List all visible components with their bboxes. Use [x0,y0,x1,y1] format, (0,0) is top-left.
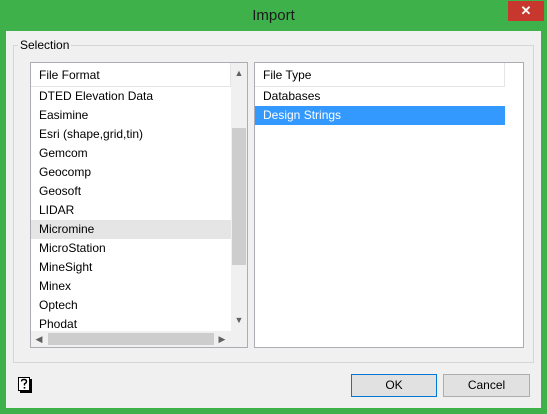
file-format-item[interactable]: Micromine [31,220,231,239]
vertical-scroll-thumb[interactable] [232,128,246,265]
window-title: Import [252,7,295,24]
scroll-right-icon[interactable]: ▶ [214,331,230,347]
help-icon[interactable] [18,377,32,393]
scroll-up-icon[interactable]: ▲ [231,65,247,82]
title-bar[interactable]: Import ✕ [0,0,547,31]
cancel-button[interactable]: Cancel [443,374,530,397]
file-type-item[interactable]: Design Strings [255,106,505,125]
scroll-down-icon[interactable]: ▼ [231,312,247,329]
dialog-body: Selection File Format DTED Elevation Dat… [6,31,541,408]
file-format-vscrollbar[interactable]: ▲ ▼ [231,63,247,331]
file-format-item[interactable]: Esri (shape,grid,tin) [31,125,231,144]
file-format-item[interactable]: DTED Elevation Data [31,87,231,106]
ok-button[interactable]: OK [351,374,437,397]
file-format-item[interactable]: Geosoft [31,182,231,201]
close-button[interactable]: ✕ [508,1,544,21]
file-format-item[interactable]: Gemcom [31,144,231,163]
file-format-item[interactable]: Optech [31,296,231,315]
file-format-hscrollbar[interactable]: ◀ ▶ [31,331,231,347]
file-format-item[interactable]: MicroStation [31,239,231,258]
close-icon: ✕ [520,3,532,18]
file-format-item[interactable]: Easimine [31,106,231,125]
horizontal-scroll-thumb[interactable] [48,333,214,345]
import-dialog: Import ✕ Selection File Format DTED Elev… [0,0,547,414]
scrollbar-corner [231,331,247,347]
file-format-rows: DTED Elevation Data Easimine Esri (shape,g… [31,87,231,334]
file-format-list[interactable]: File Format DTED Elevation Data Easimine E… [30,62,248,348]
file-format-item[interactable]: Geocomp [31,163,231,182]
file-format-item[interactable]: Minex [31,277,231,296]
file-type-rows: Databases Design Strings [255,87,505,125]
scroll-left-icon[interactable]: ◀ [31,331,47,347]
file-type-list[interactable]: File Type Databases Design Strings [254,62,524,348]
file-format-item[interactable]: LIDAR [31,201,231,220]
file-format-item[interactable]: MineSight [31,258,231,277]
file-type-header[interactable]: File Type [255,63,505,87]
file-format-header[interactable]: File Format [31,63,231,87]
selection-legend: Selection [18,38,72,52]
file-type-item[interactable]: Databases [255,87,505,106]
